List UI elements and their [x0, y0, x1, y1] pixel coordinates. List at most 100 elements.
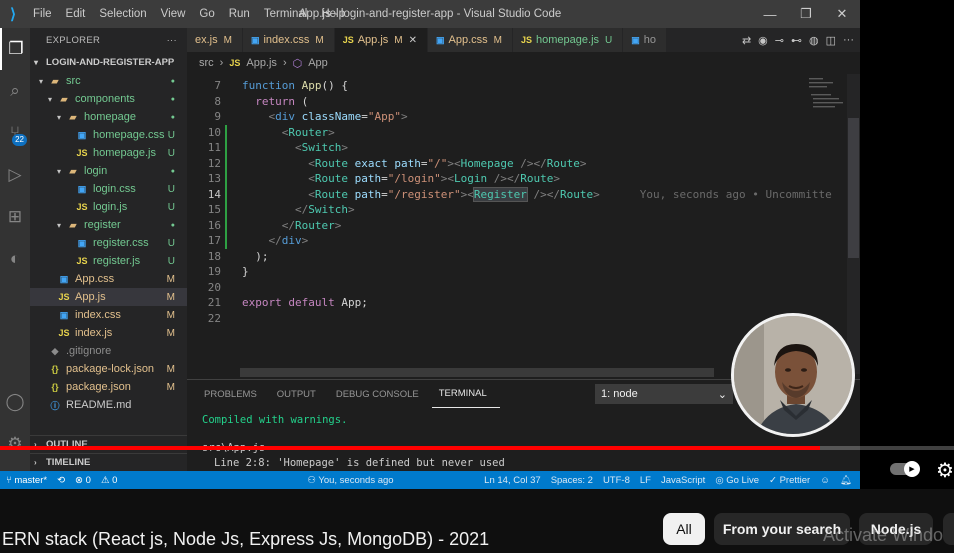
project-root[interactable]: ▾ LOGIN-AND-REGISTER-APP — [30, 52, 187, 72]
indentation[interactable]: Spaces: 2 — [551, 475, 593, 486]
encoding[interactable]: UTF-8 — [603, 475, 630, 486]
code-line[interactable]: 16 </Router> — [187, 218, 847, 234]
tree-item[interactable]: ▾ ▰ src ● — [30, 72, 187, 90]
breadcrumb-folder[interactable]: src — [199, 57, 214, 69]
split-editor-icon[interactable]: ◫ — [826, 34, 836, 47]
tree-item[interactable]: ▣ index.css M — [30, 306, 187, 324]
git-compare-icon[interactable]: ⇄ — [742, 34, 751, 47]
editor-tab[interactable]: JS homepage.js U — [513, 28, 624, 52]
chip-next-partial[interactable] — [943, 513, 954, 545]
code-line[interactable]: 20 — [187, 280, 847, 296]
tree-item[interactable]: JS homepage.js U — [30, 144, 187, 162]
editor-vertical-scrollbar[interactable] — [847, 74, 860, 374]
tree-item[interactable]: ▾ ▰ homepage ● — [30, 108, 187, 126]
tab-terminal[interactable]: TERMINAL — [431, 380, 500, 408]
code-line[interactable]: 19} — [187, 264, 847, 280]
outline-section[interactable]: › OUTLINE — [30, 435, 187, 453]
code-line[interactable]: 17 </div> — [187, 233, 847, 249]
source-control-icon[interactable]: ⑂ 22 — [0, 112, 30, 154]
tab-debug-console[interactable]: DEBUG CONSOLE — [329, 380, 432, 408]
editor-tab[interactable]: ▣ App.css M — [428, 28, 514, 52]
code-line[interactable]: 9 <div className="App"> — [187, 109, 847, 125]
tab-problems[interactable]: PROBLEMS — [197, 380, 270, 408]
blame-status[interactable]: ⚇ You, seconds ago — [307, 475, 393, 486]
code-line[interactable]: 12 <Route exact path="/"><Homepage /></R… — [187, 156, 847, 172]
search-icon[interactable]: ⌕ — [0, 70, 30, 112]
code-line[interactable]: 11 <Switch> — [187, 140, 847, 156]
account-icon[interactable]: ◯ — [0, 381, 30, 423]
code-editor[interactable]: 7 function App() {8 return (9 <div classN… — [187, 74, 847, 374]
feedback-icon[interactable]: ☺ — [820, 475, 830, 486]
run-debug-icon[interactable]: ▷ — [0, 154, 30, 196]
more-actions-icon[interactable]: ··· — [843, 34, 854, 46]
explorer-more-button[interactable]: ··· — [167, 35, 177, 46]
code-line[interactable]: 18 ); — [187, 249, 847, 265]
tree-item[interactable]: ▣ App.css M — [30, 270, 187, 288]
previous-change-icon[interactable]: ⊸ — [775, 34, 784, 47]
next-change-icon[interactable]: ⊷ — [791, 34, 802, 47]
scrollbar-thumb[interactable] — [848, 118, 859, 258]
maximize-button[interactable]: ❐ — [788, 0, 824, 28]
menu-file[interactable]: File — [26, 8, 59, 20]
tree-item[interactable]: JS index.js M — [30, 324, 187, 342]
code-line[interactable]: 13 <Route path="/login"><Login /></Route… — [187, 171, 847, 187]
timeline-section[interactable]: › TIMELINE — [30, 453, 187, 471]
notifications-bell-icon[interactable]: 🔔︎ — [840, 475, 852, 486]
menu-help[interactable]: Help — [314, 8, 352, 20]
explorer-files-icon[interactable]: ❐ — [0, 28, 30, 70]
editor-tab[interactable]: ▣ index.css M — [242, 28, 335, 52]
tree-item[interactable]: ⓘ README.md — [30, 396, 187, 414]
minimize-button[interactable]: — — [752, 0, 788, 28]
code-line[interactable]: 10 <Router> — [187, 125, 847, 141]
video-player[interactable]: ⟩ File Edit Selection View Go Run Termin… — [0, 0, 860, 489]
tree-item[interactable]: ▣ homepage.css U — [30, 126, 187, 144]
menu-selection[interactable]: Selection — [92, 8, 153, 20]
menu-edit[interactable]: Edit — [59, 8, 93, 20]
tab-output[interactable]: OUTPUT — [270, 380, 329, 408]
code-line[interactable]: 15 </Switch> — [187, 202, 847, 218]
cursor-position[interactable]: Ln 14, Col 37 — [484, 475, 541, 486]
editor-tab[interactable]: ▣ ho — [623, 28, 668, 52]
prettier-status[interactable]: ✓ Prettier — [769, 475, 810, 486]
editor-horizontal-scrollbar[interactable] — [240, 368, 714, 377]
git-graph-icon[interactable]: ◐ — [0, 238, 30, 280]
tree-item[interactable]: ▣ login.css U — [30, 180, 187, 198]
menu-view[interactable]: View — [154, 8, 193, 20]
tree-item[interactable]: ▾ ▰ login ● — [30, 162, 187, 180]
close-window-button[interactable]: ✕ — [824, 0, 860, 28]
editor-tab[interactable]: JS App.js M ✕ — [334, 28, 429, 52]
minimap[interactable] — [807, 74, 847, 194]
tree-item[interactable]: ◆ .gitignore — [30, 342, 187, 360]
breadcrumb-file[interactable]: App.js — [246, 57, 277, 69]
video-progress-fill[interactable] — [0, 446, 821, 450]
close-tab-icon[interactable]: ✕ — [409, 35, 417, 46]
autoplay-toggle[interactable]: ▶ — [890, 461, 920, 477]
code-line[interactable]: 7 function App() { — [187, 78, 847, 94]
tree-item[interactable]: ▾ ▰ register ● — [30, 216, 187, 234]
code-line[interactable]: 14 <Route path="/register"><Register /><… — [187, 186, 847, 203]
menu-go[interactable]: Go — [192, 8, 221, 20]
branch-status[interactable]: ⑂ master* — [6, 475, 47, 486]
golive-icon[interactable]: ◍ — [809, 34, 819, 47]
tree-item[interactable]: {} package-lock.json M — [30, 360, 187, 378]
chip-all[interactable]: All — [663, 513, 705, 545]
tree-item[interactable]: {} package.json M — [30, 378, 187, 396]
sync-icon[interactable]: ⟲ — [57, 475, 65, 486]
golive-status[interactable]: ◎ Go Live — [715, 475, 759, 486]
tree-item[interactable]: JS App.js M — [30, 288, 187, 306]
tree-item[interactable]: JS login.js U — [30, 198, 187, 216]
settings-gear-icon[interactable]: ⚙ — [0, 423, 30, 465]
warnings-status[interactable]: ⚠ 0 — [101, 475, 117, 486]
menu-run[interactable]: Run — [222, 8, 257, 20]
extensions-icon[interactable]: ⊞ — [0, 196, 30, 238]
line-ending[interactable]: LF — [640, 475, 651, 486]
language-mode[interactable]: JavaScript — [661, 475, 705, 486]
menu-terminal[interactable]: Terminal — [257, 8, 314, 20]
code-line[interactable]: 22 — [187, 311, 847, 327]
settings-gear-icon[interactable]: ⚙ — [936, 458, 954, 483]
terminal-select[interactable]: 1: node ⌄ — [595, 384, 733, 404]
code-line[interactable]: 8 return ( — [187, 94, 847, 110]
timeline-dot-icon[interactable]: ◉ — [758, 34, 768, 47]
tree-item[interactable]: ▣ register.css U — [30, 234, 187, 252]
tree-item[interactable]: ▾ ▰ components ● — [30, 90, 187, 108]
